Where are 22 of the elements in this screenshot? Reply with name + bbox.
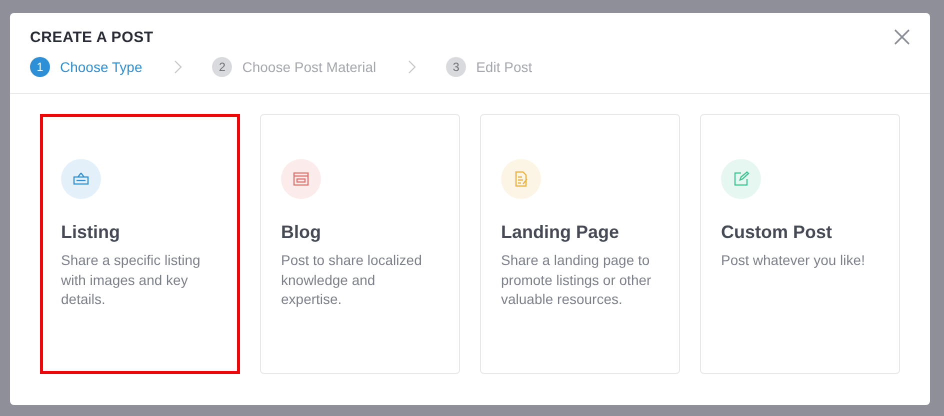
card-description: Post whatever you like! [721,251,866,270]
dialog-title: CREATE A POST [30,29,154,46]
card-description: Share a specific listing with images and key details. [61,251,202,309]
post-type-card[interactable]: Blog Post to share localized knowledge and expertise. [260,114,460,374]
step-number: 2 [212,57,232,77]
close-button[interactable] [892,27,912,47]
card-title: Landing Page [501,222,620,243]
step-number: 3 [446,57,466,77]
post-type-card[interactable]: Custom Post Post whatever you like! [700,114,900,374]
post-type-card[interactable]: Landing Page Share a landing page to promote listings or other valuable resources. [480,114,680,374]
card-title: Blog [281,222,322,243]
chevron-icon [408,60,416,74]
edit-icon [732,170,750,188]
card-description: Post to share localized knowledge and expertise. [281,251,423,309]
chevron-icon [174,60,182,74]
card-title: Custom Post [721,222,834,243]
post-type-card[interactable]: Listing Share a specific listing with images and key details. [40,114,240,374]
step-number: 1 [30,57,50,77]
card-title: Listing [61,222,121,243]
card-description: Share a landing page to promote listings or other valuable resources. [501,251,652,309]
browser-icon [292,170,310,188]
step-label[interactable]: Choose Type [60,59,142,75]
